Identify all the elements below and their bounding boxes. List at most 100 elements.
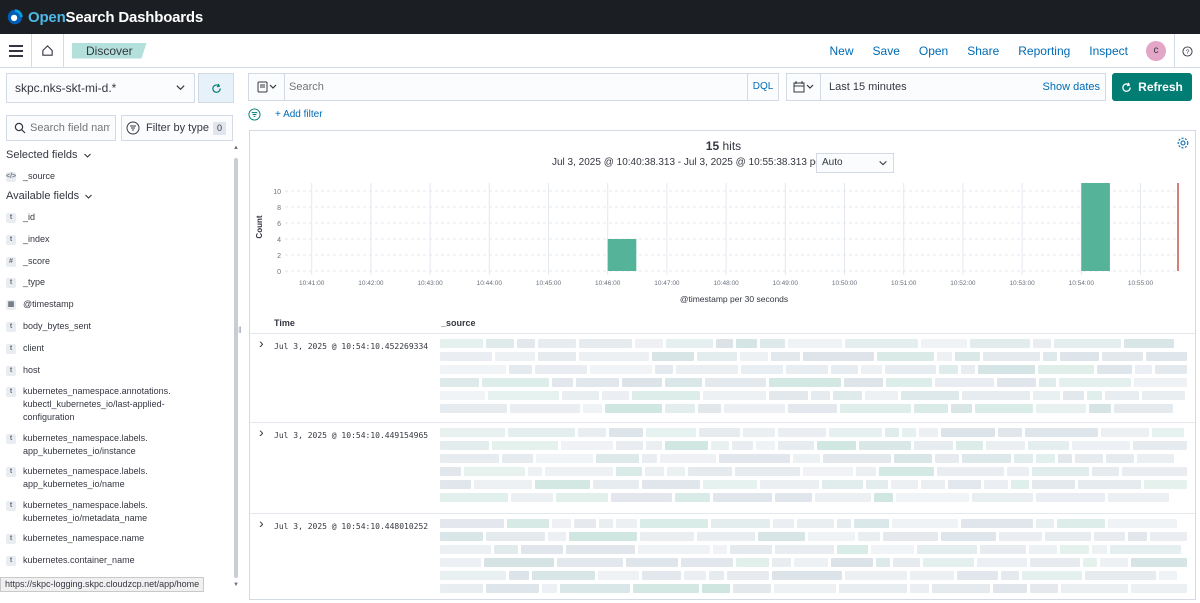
- chevron-down-icon: [85, 194, 93, 199]
- expand-row-chevron-icon[interactable]: ›: [259, 515, 264, 531]
- y-tick-label: 8: [277, 205, 281, 212]
- x-tick-label: 10:52:00: [950, 280, 976, 287]
- index-pattern-select[interactable]: skpc.nks-skt-mi-d.*: [6, 73, 195, 103]
- filter-by-type-button[interactable]: Filter by type 0: [121, 115, 233, 141]
- inspect-link[interactable]: Inspect: [1089, 44, 1128, 58]
- histogram-bar: [1081, 183, 1110, 271]
- index-pattern-value: skpc.nks-skt-mi-d.*: [15, 81, 117, 95]
- hamburger-icon: [8, 44, 23, 57]
- field-type-icon: t: [6, 365, 16, 376]
- field-name: kubernetes_namespace.annotations. kubect…: [23, 386, 171, 423]
- field-item-id[interactable]: t _id: [6, 211, 232, 224]
- column-header-time[interactable]: Time: [274, 318, 295, 328]
- field-name: _id: [23, 212, 36, 222]
- refresh-button[interactable]: Refresh: [1112, 73, 1192, 101]
- field-type-icon: t: [6, 343, 16, 354]
- filter-options-icon[interactable]: [248, 108, 261, 121]
- field-item-kubernetes-namespace-annotations-kubectl-kubernetes-io-last-applied-configuration[interactable]: t kubernetes_namespace.annotations. kubec…: [6, 385, 232, 424]
- field-name: _index: [23, 233, 50, 244]
- show-dates-link[interactable]: Show dates: [1043, 81, 1100, 93]
- field-item-body-bytes-sent[interactable]: t body_bytes_sent: [6, 320, 232, 333]
- home-button[interactable]: [32, 33, 64, 68]
- y-tick-label: 4: [277, 237, 281, 244]
- table-row[interactable]: › Jul 3, 2025 @ 10:54:10.449154965: [250, 422, 1195, 513]
- field-item-kubernetes-namespace-labels-kubernetes-io-metadata-name[interactable]: t kubernetes_namespace.labels. kubernetes…: [6, 499, 232, 525]
- saved-query-icon: [257, 81, 276, 93]
- field-name: kubernetes_namespace.name: [23, 533, 145, 544]
- new-link[interactable]: New: [830, 44, 854, 58]
- y-axis-label: Count: [255, 215, 264, 238]
- filter-count-badge: 0: [212, 122, 226, 135]
- quick-select-button[interactable]: [787, 74, 821, 100]
- x-tick-label: 10:49:00: [773, 280, 799, 287]
- column-header-source[interactable]: _source: [441, 318, 476, 328]
- field-item-kubernetes-namespace-labels-app-kubernetes-io-name[interactable]: t kubernetes_namespace.labels. app_kubern…: [6, 465, 232, 491]
- field-type-icon: t: [6, 322, 16, 332]
- navbar: Discover New Save Open Share Reporting I…: [0, 33, 1200, 68]
- query-search-input[interactable]: [289, 79, 689, 95]
- search-icon: [14, 122, 26, 134]
- field-item-index[interactable]: t _index: [6, 233, 232, 246]
- panel-resize-handle[interactable]: ‖: [238, 325, 242, 335]
- table-row[interactable]: › Jul 3, 2025 @ 10:54:10.448010252: [250, 513, 1195, 603]
- opensearch-logo-icon: [7, 9, 23, 25]
- saved-queries-button[interactable]: [249, 74, 285, 100]
- refresh-index-button[interactable]: [198, 73, 234, 103]
- field-item-kubernetes-container-name[interactable]: t kubernetes.container_name: [6, 554, 232, 567]
- field-item-client[interactable]: t client: [6, 342, 232, 355]
- field-item-type[interactable]: t _type: [6, 276, 232, 289]
- field-name: kubernetes_namespace.labels. kubernetes_…: [23, 499, 148, 523]
- user-avatar[interactable]: c: [1146, 41, 1166, 61]
- field-search-input[interactable]: [30, 122, 110, 134]
- app-brand[interactable]: OpenSearch Dashboards: [28, 9, 203, 26]
- time-picker: Last 15 minutes Show dates: [786, 73, 1106, 101]
- sidebar-scrollbar[interactable]: [234, 158, 238, 578]
- x-tick-label: 10:47:00: [654, 280, 680, 287]
- field-name: _source: [23, 171, 56, 181]
- field-sidebar: skpc.nks-skt-mi-d.* Filter by type 0 Sel…: [0, 68, 240, 592]
- open-link[interactable]: Open: [919, 44, 948, 58]
- field-item-timestamp[interactable]: ▦ @timestamp: [6, 298, 232, 311]
- breadcrumb-discover[interactable]: Discover: [72, 42, 147, 59]
- reporting-link[interactable]: Reporting: [1018, 44, 1070, 58]
- field-name: host: [23, 364, 41, 375]
- histogram-bar: [607, 239, 637, 271]
- x-tick-label: 10:41:00: [299, 280, 325, 287]
- menu-toggle-button[interactable]: [0, 33, 32, 68]
- field-item-kubernetes-namespace-name[interactable]: t kubernetes_namespace.name: [6, 532, 232, 545]
- gear-icon[interactable]: [1177, 137, 1189, 149]
- field-item-source[interactable]: </> _source: [6, 170, 232, 183]
- expand-row-chevron-icon[interactable]: ›: [259, 424, 264, 440]
- interval-select[interactable]: Auto: [816, 153, 894, 173]
- available-fields-toggle[interactable]: Available fields: [6, 190, 93, 202]
- field-name: _type: [23, 277, 46, 288]
- x-tick-label: 10:54:00: [1069, 280, 1095, 287]
- row-timestamp: Jul 3, 2025 @ 10:54:10.452269334: [274, 342, 429, 351]
- field-search-box[interactable]: [6, 115, 116, 141]
- chevron-down-icon: [176, 85, 185, 91]
- scroll-up-arrow[interactable]: ▲: [233, 145, 239, 151]
- selected-fields-toggle[interactable]: Selected fields: [6, 149, 92, 161]
- y-tick-label: 10: [273, 189, 281, 196]
- x-tick-label: 10:50:00: [832, 280, 858, 287]
- dql-toggle-button[interactable]: DQL: [747, 74, 778, 100]
- field-name: kubernetes.container_name: [23, 555, 135, 566]
- field-item-score[interactable]: # _score: [6, 255, 232, 268]
- share-link[interactable]: Share: [967, 44, 999, 58]
- field-type-icon: </>: [6, 172, 17, 182]
- time-range-label[interactable]: Last 15 minutes: [829, 81, 907, 93]
- field-name: _score: [23, 255, 51, 266]
- table-row[interactable]: › Jul 3, 2025 @ 10:54:10.452269334: [250, 333, 1195, 422]
- expand-row-chevron-icon[interactable]: ›: [259, 335, 264, 351]
- field-item-kubernetes-namespace-labels-app-kubernetes-io-instance[interactable]: t kubernetes_namespace.labels. app_kubern…: [6, 432, 232, 458]
- field-type-icon: t: [6, 213, 16, 223]
- field-type-icon: #: [6, 256, 16, 267]
- field-item-host[interactable]: t host: [6, 364, 232, 377]
- save-link[interactable]: Save: [873, 44, 900, 58]
- histogram-chart[interactable]: 0 2 4 6 8 10 10:41:00 10:42:00 10:43:00 10:44:00 1…: [250, 175, 1195, 309]
- add-filter-link[interactable]: + Add filter: [275, 109, 323, 120]
- scroll-down-arrow[interactable]: ▼: [233, 582, 239, 588]
- help-button[interactable]: ?: [1174, 34, 1200, 68]
- calendar-icon: [793, 81, 813, 93]
- help-icon: ?: [1182, 45, 1193, 57]
